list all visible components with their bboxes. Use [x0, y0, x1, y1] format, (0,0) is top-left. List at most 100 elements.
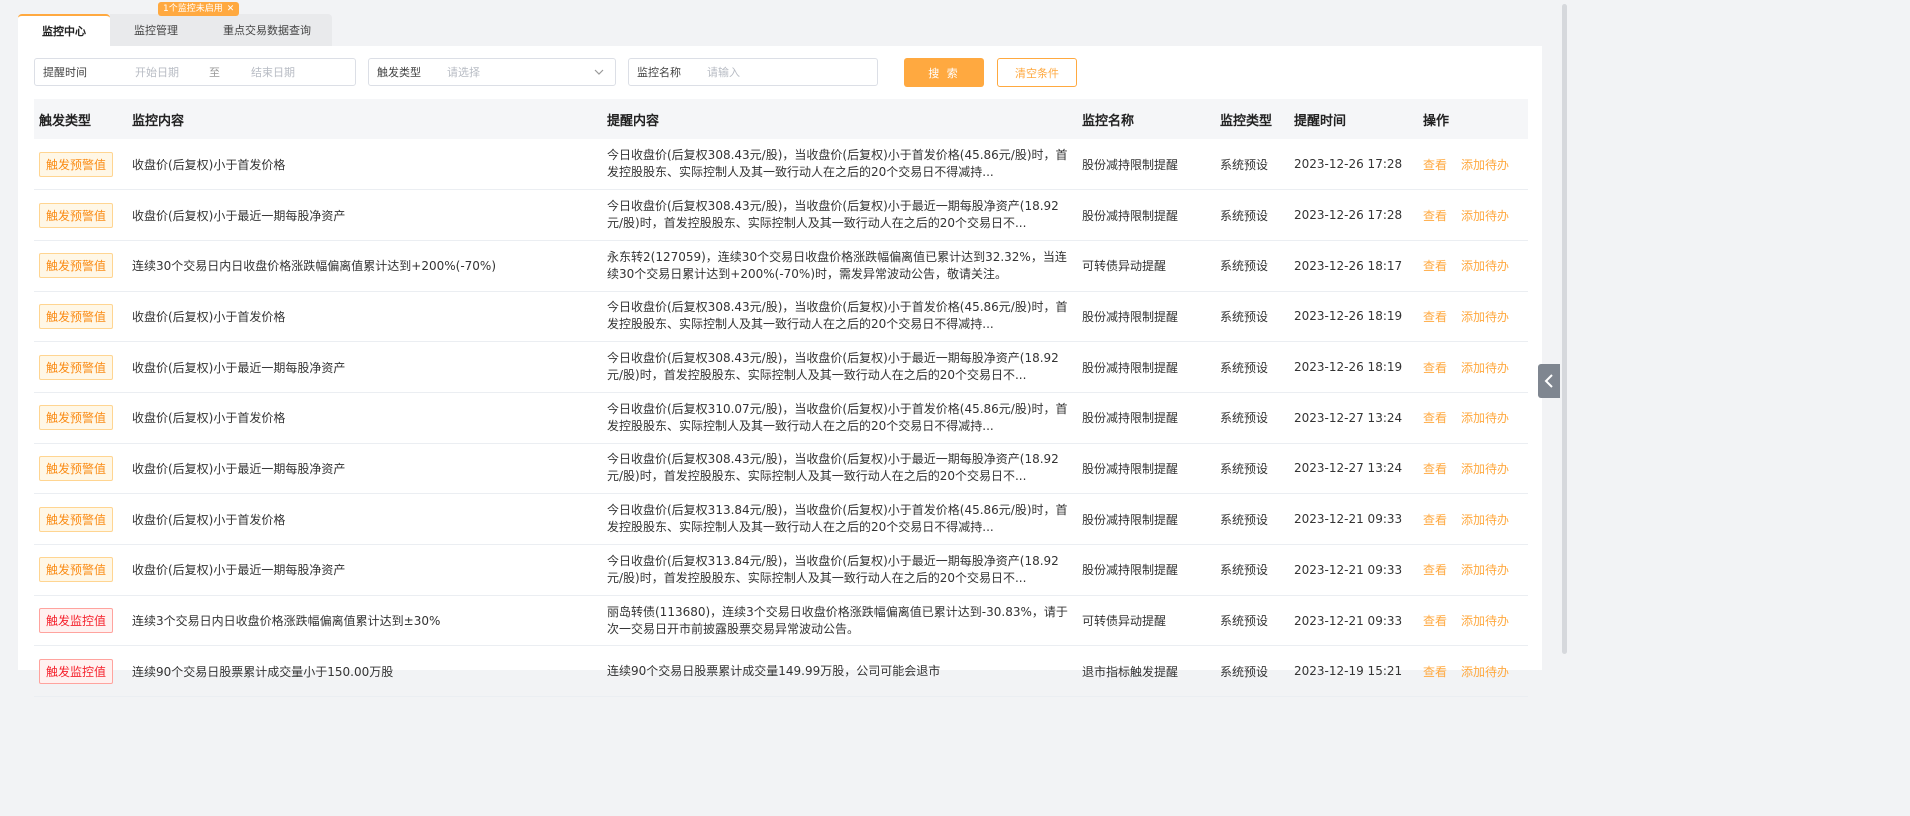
view-link[interactable]: 查看 — [1423, 665, 1447, 679]
clear-filters-button[interactable]: 清空条件 — [997, 58, 1077, 87]
cell-monitor-type: 系统预设 — [1220, 259, 1269, 274]
end-date-input[interactable]: 结束日期 — [251, 64, 295, 80]
add-todo-link[interactable]: 添加待办 — [1461, 665, 1509, 679]
cell-reminder-time: 2023-12-21 09:33 — [1294, 512, 1403, 527]
add-todo-link[interactable]: 添加待办 — [1461, 259, 1509, 273]
view-link[interactable]: 查看 — [1423, 462, 1447, 476]
table-row: 触发预警值 连续30个交易日内日收盘价格涨跌幅偏离值累计达到+200%(-70%)… — [34, 240, 1528, 292]
table-row: 触发预警值 收盘价(后复权)小于首发价格 今日收盘价(后复权308.43元/股)，当… — [34, 139, 1528, 190]
view-link[interactable]: 查看 — [1423, 513, 1447, 527]
header-monitor-name: 监控名称 — [1082, 113, 1135, 129]
table-row: 触发预警值 收盘价(后复权)小于最近一期每股净资产 今日收盘价(后复权308.43元… — [34, 342, 1528, 393]
view-link[interactable]: 查看 — [1423, 259, 1447, 273]
cell-actions: 查看 添加待办 — [1418, 190, 1528, 241]
add-todo-link[interactable]: 添加待办 — [1461, 411, 1509, 425]
table-row: 触发监控值 连续90个交易日股票累计成交量小于150.00万股 连续90个交易日股票… — [34, 646, 1528, 697]
cell-monitor-name: 股份减持限制提醒 — [1082, 461, 1179, 476]
tab-key-trade-query[interactable]: 重点交易数据查询 — [202, 14, 332, 46]
cell-monitor-content: 收盘价(后复权)小于首发价格 — [132, 309, 286, 324]
badge-close-icon[interactable]: ✕ — [227, 4, 235, 14]
trigger-type-tag: 触发监控值 — [39, 658, 114, 684]
trigger-type-tag: 触发预警值 — [39, 506, 114, 532]
cell-actions: 查看 添加待办 — [1418, 595, 1528, 646]
reminder-time-range[interactable]: 提醒时间 开始日期 至 结束日期 — [34, 58, 356, 86]
header-actions: 操作 — [1423, 113, 1450, 129]
monitor-name-field[interactable]: 监控名称 请输入 — [628, 58, 878, 86]
add-todo-link[interactable]: 添加待办 — [1461, 158, 1509, 172]
tab-monitor-management[interactable]: 监控管理 — [110, 14, 202, 46]
cell-trigger-type: 触发预警值 — [34, 342, 127, 393]
view-link[interactable]: 查看 — [1423, 563, 1447, 577]
trigger-type-select[interactable]: 触发类型 请选择 — [368, 58, 616, 86]
cell-reminder-content: 今日收盘价(后复权313.84元/股)，当收盘价(后复权)小于最近一期每股净资产… — [602, 545, 1077, 596]
monitor-name-input[interactable]: 请输入 — [707, 64, 740, 80]
cell-actions: 查看 添加待办 — [1418, 291, 1528, 342]
cell-trigger-type: 触发监控值 — [34, 646, 127, 697]
trigger-type-tag: 触发监控值 — [39, 608, 114, 634]
cell-monitor-content: 收盘价(后复权)小于最近一期每股净资产 — [132, 208, 346, 223]
add-todo-link[interactable]: 添加待办 — [1461, 513, 1509, 527]
cell-monitor-name: 股份减持限制提醒 — [1082, 563, 1179, 578]
cell-monitor-name: 可转债异动提醒 — [1082, 259, 1167, 274]
view-link[interactable]: 查看 — [1423, 158, 1447, 172]
cell-monitor-content: 收盘价(后复权)小于最近一期每股净资产 — [132, 461, 346, 476]
trigger-type-tag: 触发预警值 — [39, 354, 114, 380]
cell-reminder-content: 今日收盘价(后复权308.43元/股)，当收盘价(后复权)小于最近一期每股净资产… — [602, 342, 1077, 393]
trigger-type-tag: 触发预警值 — [39, 557, 114, 583]
cell-monitor-type: 系统预设 — [1220, 157, 1269, 172]
trigger-type-tag: 触发预警值 — [39, 455, 114, 481]
cell-monitor-type: 系统预设 — [1220, 664, 1269, 679]
tab-monitor-center[interactable]: 监控中心 — [18, 14, 110, 46]
alerts-table: 触发类型 监控内容 提醒内容 监控名称 监控类型 提醒时间 操作 触发预警值 收盘… — [34, 99, 1528, 697]
reminder-text: 今日收盘价(后复权308.43元/股)，当收盘价(后复权)小于最近一期每股净资产… — [607, 199, 1059, 231]
cell-trigger-type: 触发预警值 — [34, 190, 127, 241]
cell-monitor-name: 股份减持限制提醒 — [1082, 157, 1179, 172]
cell-reminder-content: 今日收盘价(后复权308.43元/股)，当收盘价(后复权)小于最近一期每股净资产… — [602, 190, 1077, 241]
cell-reminder-time: 2023-12-26 18:17 — [1294, 258, 1403, 273]
view-link[interactable]: 查看 — [1423, 209, 1447, 223]
cell-monitor-type: 系统预设 — [1220, 512, 1269, 527]
cell-monitor-name: 股份减持限制提醒 — [1082, 512, 1179, 527]
cell-reminder-time: 2023-12-21 09:33 — [1294, 562, 1403, 577]
side-panel-toggle[interactable] — [1538, 364, 1560, 398]
view-link[interactable]: 查看 — [1423, 614, 1447, 628]
cell-reminder-time: 2023-12-26 18:19 — [1294, 360, 1403, 375]
add-todo-link[interactable]: 添加待办 — [1461, 209, 1509, 223]
cell-actions: 查看 添加待办 — [1418, 240, 1528, 291]
cell-trigger-type: 触发预警值 — [34, 139, 127, 190]
table-row: 触发预警值 收盘价(后复权)小于首发价格 今日收盘价(后复权313.84元/股)，当… — [34, 494, 1528, 545]
cell-monitor-type: 系统预设 — [1220, 360, 1269, 375]
trigger-type-tag: 触发预警值 — [39, 253, 114, 279]
cell-actions: 查看 添加待办 — [1418, 139, 1528, 190]
cell-reminder-content: 今日收盘价(后复权310.07元/股)，当收盘价(后复权)小于首发价格(45.8… — [602, 392, 1077, 443]
view-link[interactable]: 查看 — [1423, 361, 1447, 375]
view-link[interactable]: 查看 — [1423, 310, 1447, 324]
cell-trigger-type: 触发预警值 — [34, 240, 127, 291]
start-date-input[interactable]: 开始日期 — [135, 64, 209, 80]
add-todo-link[interactable]: 添加待办 — [1461, 310, 1509, 324]
cell-reminder-content: 今日收盘价(后复权308.43元/股)，当收盘价(后复权)小于首发价格(45.8… — [602, 291, 1077, 342]
cell-monitor-type: 系统预设 — [1220, 614, 1269, 629]
cell-actions: 查看 添加待办 — [1418, 494, 1528, 545]
cell-monitor-content: 收盘价(后复权)小于首发价格 — [132, 157, 286, 172]
add-todo-link[interactable]: 添加待办 — [1461, 361, 1509, 375]
cell-trigger-type: 触发预警值 — [34, 392, 127, 443]
page-scrollbar[interactable] — [1561, 0, 1568, 670]
cell-reminder-content: 今日收盘价(后复权308.43元/股)，当收盘价(后复权)小于最近一期每股净资产… — [602, 443, 1077, 494]
chevron-left-icon — [1544, 374, 1553, 388]
add-todo-link[interactable]: 添加待办 — [1461, 614, 1509, 628]
view-link[interactable]: 查看 — [1423, 411, 1447, 425]
cell-reminder-content: 今日收盘价(后复权313.84元/股)，当收盘价(后复权)小于首发价格(45.8… — [602, 494, 1077, 545]
cell-monitor-name: 股份减持限制提醒 — [1082, 411, 1179, 426]
reminder-text: 今日收盘价(后复权308.43元/股)，当收盘价(后复权)小于最近一期每股净资产… — [607, 351, 1059, 383]
cell-actions: 查看 添加待办 — [1418, 392, 1528, 443]
chevron-down-icon — [594, 69, 604, 75]
trigger-type-tag: 触发预警值 — [39, 405, 114, 431]
scrollbar-thumb[interactable] — [1562, 4, 1567, 654]
add-todo-link[interactable]: 添加待办 — [1461, 462, 1509, 476]
reminder-text: 今日收盘价(后复权313.84元/股)，当收盘价(后复权)小于最近一期每股净资产… — [607, 553, 1059, 585]
main-panel: 提醒时间 开始日期 至 结束日期 触发类型 请选择 监控名称 请输入 搜 索 清… — [18, 46, 1542, 697]
cell-monitor-content: 连续90个交易日股票累计成交量小于150.00万股 — [132, 664, 394, 679]
add-todo-link[interactable]: 添加待办 — [1461, 563, 1509, 577]
search-button[interactable]: 搜 索 — [904, 58, 984, 87]
